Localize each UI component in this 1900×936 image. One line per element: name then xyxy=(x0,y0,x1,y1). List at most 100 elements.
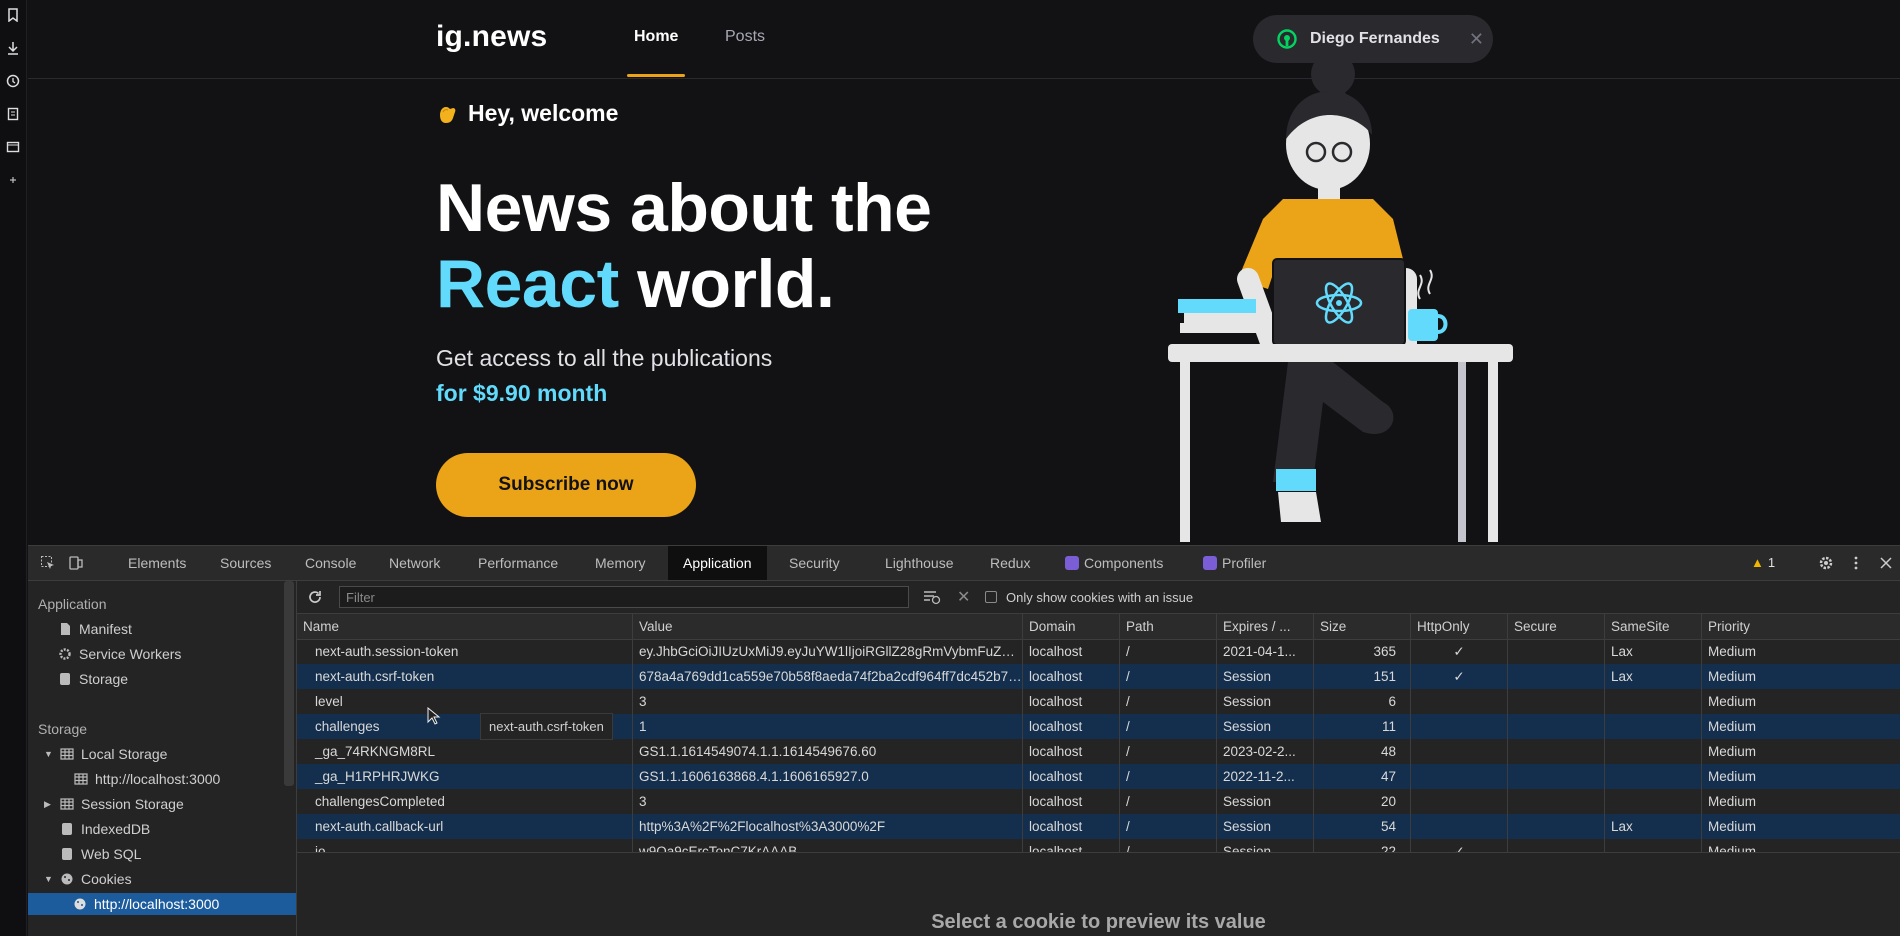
sidebar-item-websql[interactable]: Web SQL xyxy=(60,843,141,865)
table-row[interactable]: io w9Oa9cErcTonC7KrAAAB localhost / Session 2… xyxy=(297,839,1900,852)
tab-profiler[interactable]: Profiler xyxy=(1203,546,1266,580)
table-row[interactable]: level 3 localhost / Session 6 Medium xyxy=(297,689,1900,714)
cookie-cell-size: 54 xyxy=(1313,814,1410,839)
close-devtools-icon[interactable] xyxy=(1878,555,1894,571)
cookie-cell-path: / xyxy=(1119,764,1216,789)
sidebar-item-local-storage[interactable]: ▼ Local Storage xyxy=(44,743,167,765)
expand-arrow-icon[interactable]: ▼ xyxy=(44,868,53,890)
cookie-cell-value: GS1.1.1614549074.1.1.1614549676.60 xyxy=(632,739,1022,764)
table-row[interactable]: _ga_74RKNGM8RL GS1.1.1614549074.1.1.16145… xyxy=(297,739,1900,764)
cookie-cell-name: next-auth.csrf-token xyxy=(315,669,435,684)
cookie-cell-path: / xyxy=(1119,714,1216,739)
cookie-cell-secure xyxy=(1507,739,1604,764)
cookie-cell-httponly: ✓ xyxy=(1410,639,1507,664)
window-icon[interactable] xyxy=(6,138,21,155)
cookie-cell-secure xyxy=(1507,639,1604,664)
cookie-preview-placeholder: Select a cookie to preview its value xyxy=(931,911,1266,933)
table-row[interactable]: _ga_H1RPHRJWKG GS1.1.1606163868.4.1.16061… xyxy=(297,764,1900,789)
access-text: Get access to all the publications xyxy=(436,345,773,371)
tab-components[interactable]: Components xyxy=(1065,546,1163,580)
headline-world-word: world. xyxy=(637,246,835,322)
notes-icon[interactable] xyxy=(6,105,21,122)
sidebar-item-session-storage[interactable]: ▶ Session Storage xyxy=(44,793,184,815)
inspect-element-icon[interactable] xyxy=(40,555,56,571)
nav-posts-link[interactable]: Posts xyxy=(725,28,765,46)
only-issues-label: Only show cookies with an issue xyxy=(1006,590,1194,605)
add-panel-icon[interactable] xyxy=(6,171,21,188)
cookie-cell-expires: Session xyxy=(1216,814,1313,839)
column-header-expires[interactable]: Expires / ... xyxy=(1216,614,1313,639)
sidebar-item-service-workers[interactable]: Service Workers xyxy=(58,643,181,665)
more-options-icon[interactable] xyxy=(1848,555,1864,571)
column-header-secure[interactable]: Secure xyxy=(1507,614,1604,639)
warnings-badge[interactable]: ▲ 1 xyxy=(1751,546,1775,580)
settings-gear-icon[interactable] xyxy=(1818,555,1834,571)
refresh-icon[interactable] xyxy=(307,589,323,605)
cookie-cell-size: 365 xyxy=(1313,639,1410,664)
tab-security[interactable]: Security xyxy=(789,546,840,580)
table-row[interactable]: challengesCompleted 3 localhost / Session 20 M… xyxy=(297,789,1900,814)
download-icon[interactable] xyxy=(6,39,21,56)
cookie-cell-secure xyxy=(1507,814,1604,839)
table-row[interactable]: next-auth.csrf-token 678a4a769dd1ca559e70… xyxy=(297,664,1900,689)
cookie-cell-path: / xyxy=(1119,839,1216,852)
sidebar-item-local-storage-origin[interactable]: http://localhost:3000 xyxy=(74,768,220,790)
table-row[interactable]: next-auth.session-token ey.JhbGciOiJIUzUx… xyxy=(297,639,1900,664)
sidebar-item-cookies-origin[interactable]: http://localhost:3000 xyxy=(28,893,296,915)
cookie-cell-httponly xyxy=(1410,739,1507,764)
cookie-cell-domain: localhost xyxy=(1022,739,1119,764)
cookie-cell-domain: localhost xyxy=(1022,839,1119,852)
tab-application[interactable]: Application xyxy=(668,546,767,580)
sidebar-item-cookies[interactable]: ▼ Cookies xyxy=(44,868,132,890)
clear-all-cookies-icon[interactable]: ✕ xyxy=(957,587,970,607)
cookie-name-tooltip: next-auth.csrf-token xyxy=(480,713,613,740)
table-row[interactable]: next-auth.callback-url http%3A%2F%2Flocal… xyxy=(297,814,1900,839)
cookie-cell-priority: Medium xyxy=(1701,689,1900,714)
grid-icon xyxy=(60,748,74,760)
column-header-httponly[interactable]: HttpOnly xyxy=(1410,614,1507,639)
cookie-cell-value: w9Oa9cErcTonC7KrAAAB xyxy=(632,839,1022,852)
column-header-name[interactable]: Name xyxy=(297,614,632,639)
column-header-priority[interactable]: Priority xyxy=(1701,614,1900,639)
history-icon[interactable] xyxy=(6,72,21,89)
tab-sources[interactable]: Sources xyxy=(220,546,271,580)
tab-network[interactable]: Network xyxy=(389,546,440,580)
devtools-tab-bar: Elements Sources Console Network Perform… xyxy=(28,546,1900,581)
column-header-samesite[interactable]: SameSite xyxy=(1604,614,1701,639)
react-devtools-icon xyxy=(1203,556,1217,570)
tab-memory[interactable]: Memory xyxy=(595,546,646,580)
cookie-cell-expires: 2023-02-2... xyxy=(1216,739,1313,764)
tab-elements[interactable]: Elements xyxy=(128,546,186,580)
cookie-cell-path: / xyxy=(1119,639,1216,664)
cookie-cell-httponly xyxy=(1410,789,1507,814)
cookie-cell-size: 11 xyxy=(1313,714,1410,739)
tab-console[interactable]: Console xyxy=(305,546,356,580)
column-header-value[interactable]: Value xyxy=(632,614,1022,639)
cookie-cell-httponly: ✓ xyxy=(1410,664,1507,689)
only-issues-checkbox[interactable] xyxy=(985,591,997,603)
sidebar-item-manifest[interactable]: Manifest xyxy=(58,618,132,640)
cookie-cell-samesite xyxy=(1604,689,1701,714)
sidebar-item-storage[interactable]: Storage xyxy=(58,668,128,690)
tab-redux[interactable]: Redux xyxy=(990,546,1030,580)
sidebar-item-indexeddb[interactable]: IndexedDB xyxy=(60,818,150,840)
cookie-cell-domain: localhost xyxy=(1022,689,1119,714)
price-text: for $9.90 month xyxy=(436,380,608,406)
tab-performance[interactable]: Performance xyxy=(478,546,558,580)
column-header-path[interactable]: Path xyxy=(1119,614,1216,639)
tab-lighthouse[interactable]: Lighthouse xyxy=(885,546,954,580)
column-header-domain[interactable]: Domain xyxy=(1022,614,1119,639)
clear-filtered-cookies-icon[interactable] xyxy=(923,589,941,605)
cookie-cell-secure xyxy=(1507,664,1604,689)
bookmark-icon[interactable] xyxy=(6,6,21,23)
cookie-cell-httponly xyxy=(1410,689,1507,714)
subscribe-button[interactable]: Subscribe now xyxy=(436,453,696,517)
sidebar-scrollbar[interactable] xyxy=(284,581,294,786)
column-header-size[interactable]: Size xyxy=(1313,614,1410,639)
nav-home-link[interactable]: Home xyxy=(634,28,678,46)
site-logo[interactable]: ig.news xyxy=(436,20,547,54)
expand-arrow-icon[interactable]: ▼ xyxy=(44,743,53,765)
cookie-filter-input[interactable] xyxy=(339,586,909,608)
device-toolbar-icon[interactable] xyxy=(68,555,84,571)
collapse-arrow-icon[interactable]: ▶ xyxy=(44,793,53,815)
